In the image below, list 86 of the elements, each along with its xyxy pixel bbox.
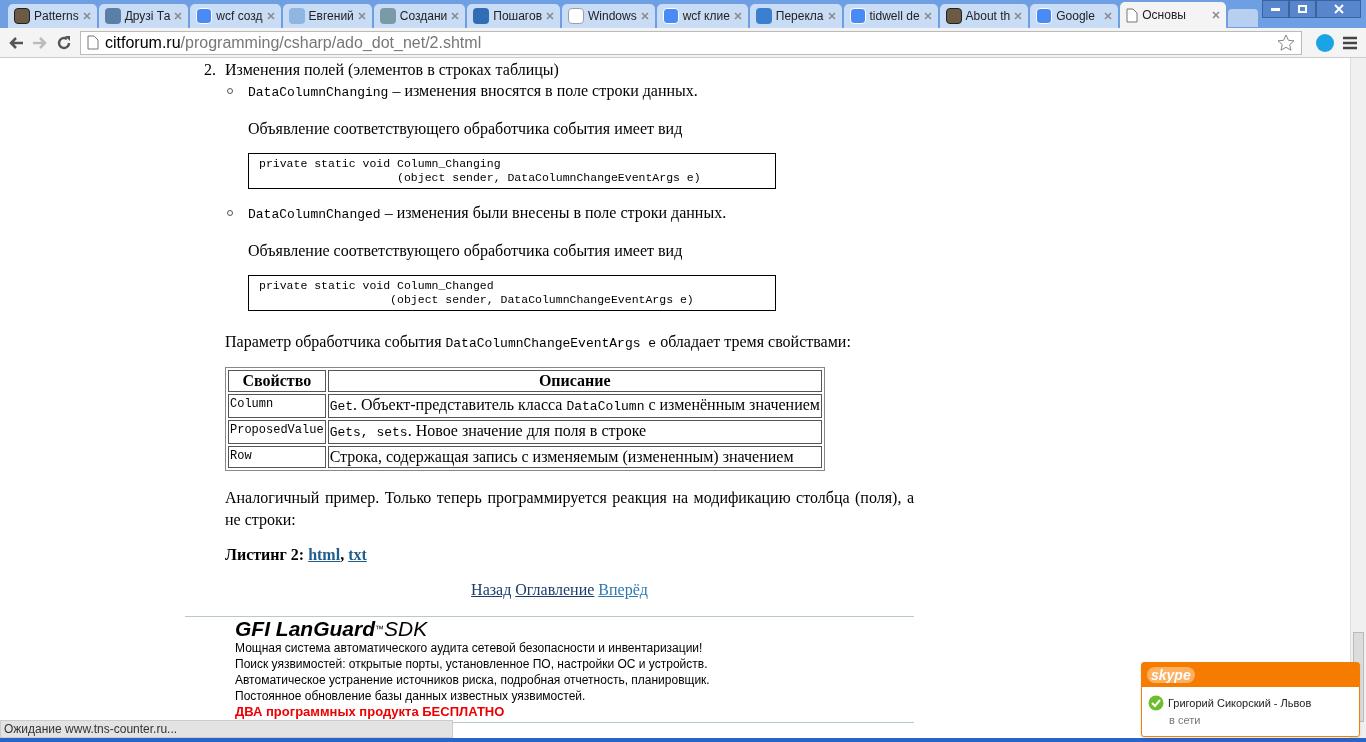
address-field[interactable]: citforum.ru/programming/csharp/ado_dot_net/2.shtml	[80, 30, 1302, 55]
table-cell: Строка, содержащая запись с изменяемым (измененным) значением	[327, 446, 822, 468]
tab-title: About th	[965, 8, 1011, 25]
code-block: private static void Column_Changed (object sender, DataColumnChangeEventArgs e)	[248, 275, 776, 311]
close-icon[interactable]	[174, 12, 183, 20]
browser-tab[interactable]: Перекла	[749, 4, 842, 28]
browser-tab[interactable]: Друзі Та	[98, 4, 189, 28]
close-icon[interactable]	[546, 12, 554, 20]
skype-logo: skype	[1147, 667, 1195, 683]
browser-tab[interactable]: wcf клие	[656, 4, 748, 28]
column-header: Описание	[327, 370, 822, 392]
browser-tab[interactable]: Google	[1030, 4, 1119, 28]
tab-title: wcf клие	[682, 8, 730, 25]
event-description: DataColumnChanging – изменения вносятся в поле строки данных.	[248, 81, 699, 102]
close-icon	[1333, 4, 1344, 14]
tab-title: Перекла	[775, 8, 824, 25]
listing-link[interactable]: html	[308, 546, 341, 563]
browser-tab[interactable]: tidwell de	[843, 4, 938, 28]
code-block: private static void Column_Changing (object sender, DataColumnChangeEventArgs e)	[248, 153, 776, 189]
paragraph: Аналогичный пример. Только теперь программируется реакция на модификацию столбца (поля), а не строки:	[225, 488, 914, 531]
browser-tab[interactable]: About th	[939, 4, 1029, 28]
page-icon	[1126, 7, 1139, 23]
browser-tab[interactable]: Patterns	[8, 4, 97, 28]
close-icon[interactable]	[733, 12, 742, 20]
restore-button[interactable]	[1289, 0, 1317, 18]
close-icon[interactable]	[451, 12, 460, 20]
forward-icon[interactable]	[32, 35, 48, 50]
browser-tab[interactable]: Создани	[373, 4, 466, 28]
contact-status: в сети	[1168, 712, 1202, 728]
ad-logo: GFI LanGuard$^{™}$SDK	[235, 618, 429, 640]
table-cell: Row	[228, 446, 326, 468]
tab-title: Друзі Та	[124, 8, 171, 25]
browser-tab[interactable]: Windows	[562, 4, 655, 28]
tab-title: Пошагов	[493, 8, 542, 25]
nav-link[interactable]: Назад	[471, 580, 512, 600]
close-icon[interactable]	[82, 12, 91, 20]
page-icon	[87, 35, 99, 50]
tab-title: Евгений	[308, 8, 354, 25]
ad-text: Мощная система автоматического аудита сетевой безопасности и инвентаризации!	[235, 640, 704, 656]
close-icon[interactable]	[1104, 12, 1113, 20]
ad-text: Поиск уязвимостей: открытые порты, установленное ПО, настройки ОС и устройств.	[235, 656, 709, 672]
ad-highlight[interactable]: ДВА программных продукта БЕСПЛАТНО	[235, 704, 914, 720]
tab-title: tidwell de	[869, 8, 920, 25]
nav-link[interactable]: Оглавление	[515, 580, 595, 600]
listing-label: Листинг 2:	[225, 546, 305, 563]
close-icon[interactable]	[640, 12, 649, 20]
tab-title: Google	[1056, 8, 1096, 25]
star-icon[interactable]	[1277, 33, 1295, 52]
close-icon[interactable]	[827, 12, 836, 20]
tab-title: Основы	[1142, 7, 1187, 24]
separator-text: ,	[340, 546, 345, 563]
column-header: Свойство	[228, 370, 326, 392]
browser-tab[interactable]: Евгений	[282, 4, 372, 28]
browser-tab[interactable]: Пошагов	[467, 4, 560, 28]
table-cell: Column	[228, 394, 326, 418]
tab-title: wcf созд	[216, 8, 263, 25]
paragraph: Объявление соответствующего обработчика события имеет вид	[248, 119, 684, 139]
minimize-button[interactable]	[1262, 0, 1290, 18]
close-window-button[interactable]	[1316, 0, 1362, 18]
menu-icon[interactable]	[1342, 35, 1358, 50]
table-cell: ProposedValue	[228, 420, 326, 444]
nav-link[interactable]: Вперёд	[598, 580, 648, 600]
paragraph: Параметр обработчика события DataColumnChangeEventArgs e обладает тремя свойствами:	[225, 332, 852, 353]
skype-extension-icon[interactable]	[1316, 33, 1334, 52]
close-icon[interactable]	[357, 12, 366, 20]
tab-title: Windows	[588, 8, 637, 25]
paragraph: Объявление соответствующего обработчика события имеет вид	[248, 241, 684, 261]
ad-text: Постоянное обновление базы данных известных уязвимостей.	[235, 688, 587, 704]
close-icon[interactable]	[266, 12, 275, 20]
url-text: citforum.ru/programming/csharp/ado_dot_net/2.shtml	[105, 32, 482, 53]
tab-title: Patterns	[34, 8, 79, 25]
list-item-text: Изменения полей (элементов в строках таблицы)	[225, 60, 560, 80]
listing-link[interactable]: txt	[348, 546, 367, 563]
close-icon[interactable]	[1014, 12, 1023, 20]
browser-tab[interactable]: wcf созд	[190, 4, 281, 28]
list-number: 2.	[204, 60, 217, 80]
tab-title: Создани	[399, 8, 448, 25]
contact-name: Григорий Сикорский - Львов	[1168, 696, 1312, 711]
close-icon[interactable]	[923, 12, 932, 20]
reload-icon[interactable]	[56, 34, 72, 51]
status-bubble: Ожидание www.tns-counter.ru...	[0, 720, 453, 738]
ad-text: Автоматическое устранение источников риска, подробная отчетность, планировщик.	[235, 672, 711, 688]
event-description: DataColumnChanged – изменения были внесены в поле строки данных.	[248, 203, 728, 224]
browser-tab[interactable]: Основы	[1120, 2, 1227, 28]
back-icon[interactable]	[8, 35, 24, 50]
close-icon[interactable]	[1212, 11, 1221, 19]
